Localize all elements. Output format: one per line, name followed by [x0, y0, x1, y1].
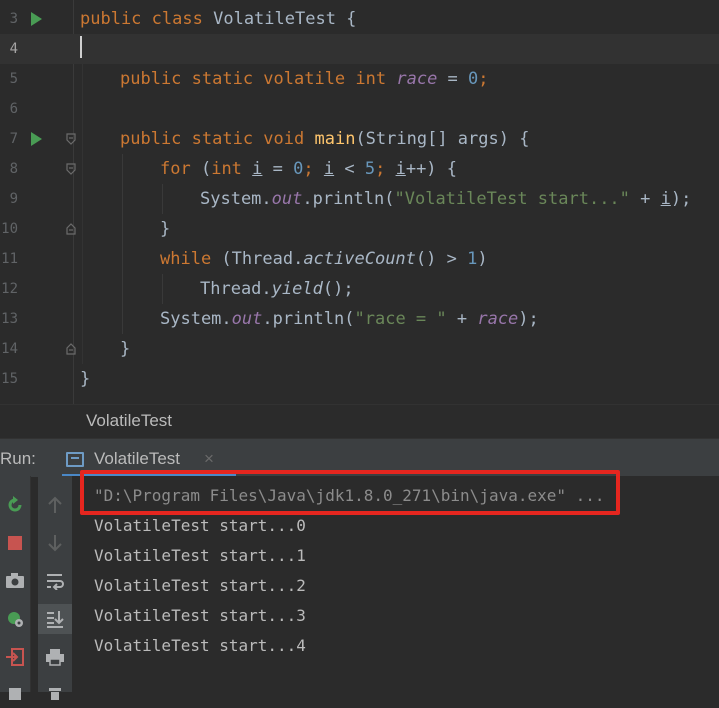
fold-icon[interactable] [66, 223, 76, 235]
console-line: VolatileTest start...2 [94, 576, 306, 595]
line-number: 10 [1, 221, 18, 237]
line-number: 5 [9, 71, 18, 87]
close-icon[interactable]: × [204, 449, 214, 469]
breadcrumb: VolatileTest [0, 404, 719, 439]
run-gutter-icon[interactable] [31, 12, 42, 26]
indent-guide [122, 154, 123, 334]
code-line-15[interactable]: 15 } [0, 364, 719, 394]
code-line-7[interactable]: 7 public static void main(String[] args)… [0, 124, 719, 154]
fold-icon[interactable] [66, 163, 76, 175]
code-line-11[interactable]: 11 while (Thread.activeCount() > 1) [0, 244, 719, 274]
line-number: 8 [9, 161, 18, 177]
soft-wrap-icon[interactable] [38, 566, 72, 596]
fold-icon[interactable] [66, 133, 76, 145]
code-line-9[interactable]: 9 System.out.println("VolatileTest start… [0, 184, 719, 214]
code-text: System.out.println("VolatileTest start..… [200, 189, 692, 209]
code-line-12[interactable]: 12 Thread.yield(); [0, 274, 719, 304]
code-text: System.out.println("race = " + race); [160, 309, 539, 329]
code-line-8[interactable]: 8 for (int i = 0; i < 5; i++) { [0, 154, 719, 184]
line-number: 14 [1, 341, 18, 357]
console-icon [66, 452, 84, 467]
run-toolbar-left [0, 476, 31, 700]
console-line: VolatileTest start...0 [94, 516, 306, 535]
rerun-icon[interactable] [0, 490, 30, 520]
code-line-4[interactable]: 4 [0, 34, 719, 64]
code-line-13[interactable]: 13 System.out.println("race = " + race); [0, 304, 719, 334]
line-number: 3 [9, 11, 18, 27]
stop-icon[interactable] [0, 528, 30, 558]
indent-guide [162, 274, 163, 304]
code-line-5[interactable]: 5 public static volatile int race = 0; [0, 64, 719, 94]
line-number: 13 [1, 311, 18, 327]
run-toolbar-right [38, 476, 72, 700]
line-number: 4 [9, 41, 18, 57]
code-text: while (Thread.activeCount() > 1) [160, 249, 488, 269]
exit-icon[interactable] [0, 642, 30, 672]
scroll-to-end-icon[interactable] [38, 604, 72, 634]
annotation-highlight-box [80, 470, 620, 515]
code-text: public static void main(String[] args) { [120, 129, 530, 149]
text-caret [80, 36, 82, 58]
console-line: VolatileTest start...1 [94, 546, 306, 565]
up-arrow-icon[interactable] [38, 490, 72, 520]
code-line-14[interactable]: 14 } [0, 334, 719, 364]
line-number: 15 [1, 371, 18, 387]
breadcrumb-item[interactable]: VolatileTest [86, 411, 172, 431]
trash-icon[interactable] [38, 678, 72, 708]
code-text: Thread.yield(); [200, 279, 354, 299]
debug-settings-icon[interactable] [0, 604, 30, 634]
down-arrow-icon[interactable] [38, 528, 72, 558]
fold-icon[interactable] [66, 343, 76, 355]
console-line: VolatileTest start...3 [94, 606, 306, 625]
pin-icon[interactable] [0, 678, 30, 708]
line-number: 11 [1, 251, 18, 267]
line-number: 12 [1, 281, 18, 297]
code-text: for (int i = 0; i < 5; i++) { [160, 159, 458, 179]
code-text: } [120, 339, 131, 359]
run-gutter-icon[interactable] [31, 132, 42, 146]
line-number: 6 [9, 101, 18, 117]
camera-icon[interactable] [0, 566, 30, 596]
line-number: 9 [9, 191, 18, 207]
code-editor[interactable]: 3 public class VolatileTest { 4 5 public… [0, 0, 719, 404]
run-tab-label: VolatileTest [94, 449, 180, 468]
line-number: 7 [9, 131, 18, 147]
code-line-6[interactable]: 6 [0, 94, 719, 124]
run-label: Run: [0, 449, 36, 468]
indent-guide [82, 64, 83, 364]
code-text: } [80, 369, 91, 389]
code-text: } [160, 219, 171, 239]
code-line-10[interactable]: 10 } [0, 214, 719, 244]
console-line: VolatileTest start...4 [94, 636, 306, 655]
code-text: public class VolatileTest { [80, 9, 357, 29]
indent-guide [162, 184, 163, 214]
code-text: public static volatile int race = 0; [120, 69, 489, 89]
print-icon[interactable] [38, 642, 72, 672]
code-line-3[interactable]: 3 public class VolatileTest { [0, 4, 719, 34]
